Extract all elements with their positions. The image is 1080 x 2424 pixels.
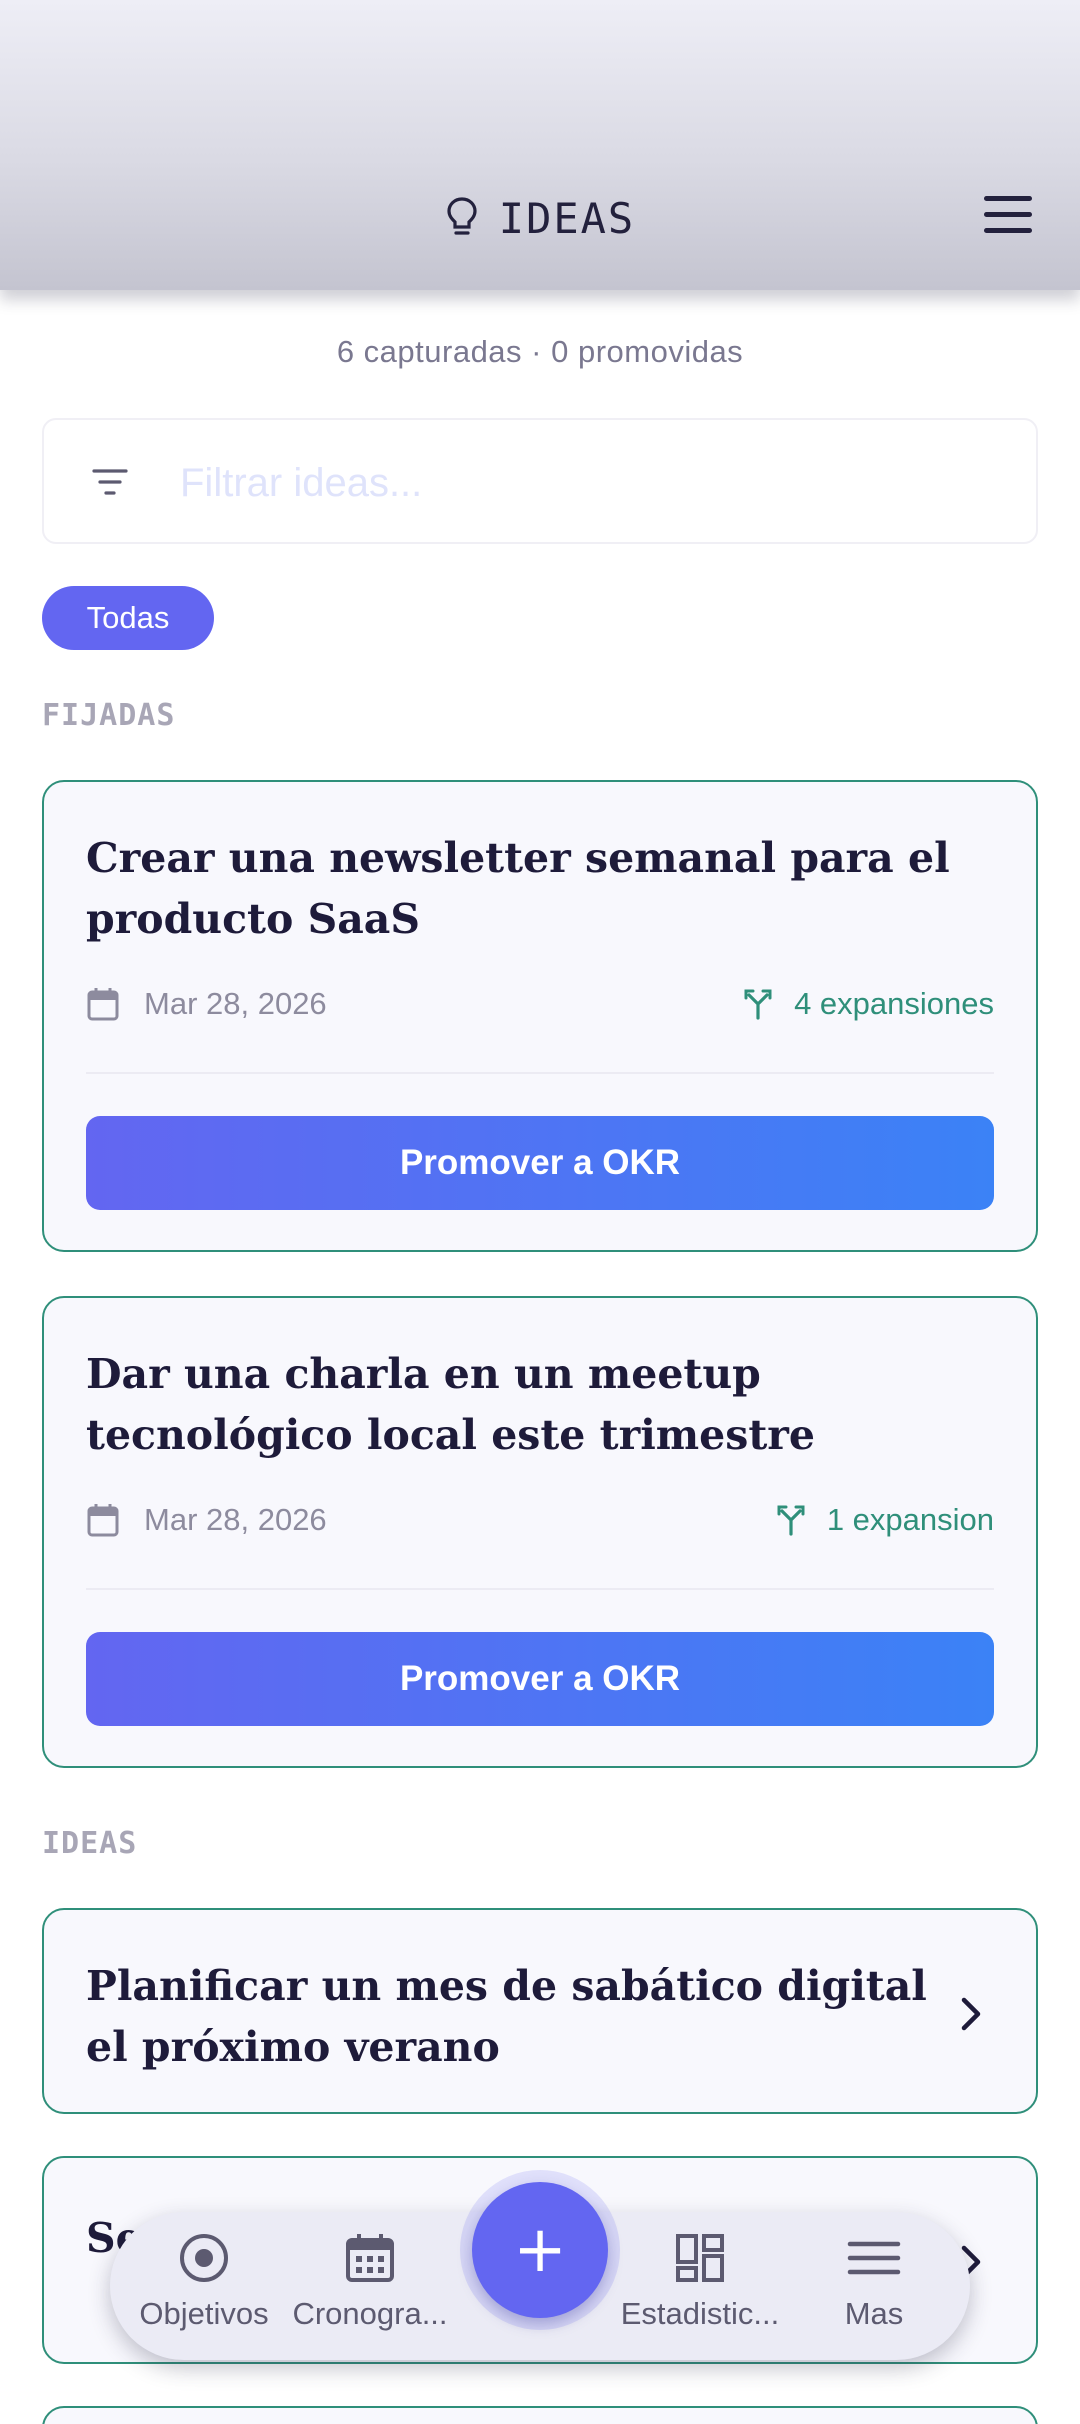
calendar-icon [87, 1504, 119, 1537]
section-label-pinned: FIJADAS [42, 698, 176, 733]
promote-to-okr-button[interactable]: Promover a OKR [86, 1116, 994, 1210]
idea-meta: Mar 28, 2026 1 expansion [86, 1500, 994, 1540]
header-title-group: IDEAS [0, 190, 1080, 246]
nav-label: Estadistic... [620, 2296, 780, 2331]
nav-label: Mas [844, 2296, 904, 2331]
nav-item-mas[interactable]: Mas [784, 2230, 964, 2350]
plus-icon: + [513, 2213, 567, 2287]
card-divider [86, 1588, 994, 1590]
nav-label: Cronogra... [292, 2296, 448, 2331]
fork-icon [744, 989, 772, 1020]
idea-expansions-label: 4 expansiones [794, 986, 994, 1021]
nav-item-cronograma[interactable]: Cronogra... [280, 2230, 460, 2350]
idea-card[interactable]: Planificar un mes de sabático digital el… [42, 1908, 1038, 2114]
idea-title: Crear una newsletter semanal para el pro… [86, 834, 950, 943]
add-idea-button[interactable]: + [472, 2182, 608, 2318]
nav-item-objetivos[interactable]: Objetivos [114, 2230, 294, 2350]
ideas-summary: 6 capturadas · 0 promovidas [336, 334, 744, 369]
section-label-ideas: IDEAS [42, 1826, 138, 1861]
idea-date: Mar 28, 2026 [144, 986, 327, 1021]
fork-icon [777, 1505, 805, 1536]
idea-date: Mar 28, 2026 [144, 1502, 327, 1537]
chip-todas[interactable]: Todas [42, 586, 214, 650]
idea-card[interactable] [42, 2406, 1038, 2424]
dashboard-icon [676, 2234, 724, 2282]
idea-title: Dar una charla en un meetup tecnológico … [86, 1350, 815, 1459]
chevron-right-icon [961, 1997, 981, 2031]
card-divider [86, 1072, 994, 1074]
pinned-idea-card[interactable]: Crear una newsletter semanal para el pro… [42, 780, 1038, 1252]
hamburger-menu-icon[interactable] [984, 196, 1034, 236]
idea-title: Planificar un mes de sabático digital el… [86, 1962, 927, 2071]
calendar-icon [87, 988, 119, 1021]
idea-meta: Mar 28, 2026 4 expansiones [86, 984, 994, 1024]
idea-expansions: 4 expansiones [744, 986, 994, 1022]
filter-input[interactable] [180, 448, 1000, 518]
filter-box[interactable] [42, 418, 1038, 544]
promote-to-okr-button[interactable]: Promover a OKR [86, 1632, 994, 1726]
idea-expansions-label: 1 expansion [826, 1502, 994, 1537]
lightbulb-icon [447, 197, 477, 235]
pinned-idea-card[interactable]: Dar una charla en un meetup tecnológico … [42, 1296, 1038, 1768]
target-icon [180, 2234, 228, 2282]
nav-label: Objetivos [139, 2296, 269, 2331]
page-title: IDEAS [498, 193, 636, 243]
filter-icon [92, 469, 128, 495]
calendar-icon [346, 2234, 394, 2282]
menu-icon [847, 2241, 901, 2275]
app-header: IDEAS [0, 0, 1080, 290]
nav-item-estadisticas[interactable]: Estadistic... [610, 2230, 790, 2350]
idea-expansions: 1 expansion [777, 1502, 994, 1538]
